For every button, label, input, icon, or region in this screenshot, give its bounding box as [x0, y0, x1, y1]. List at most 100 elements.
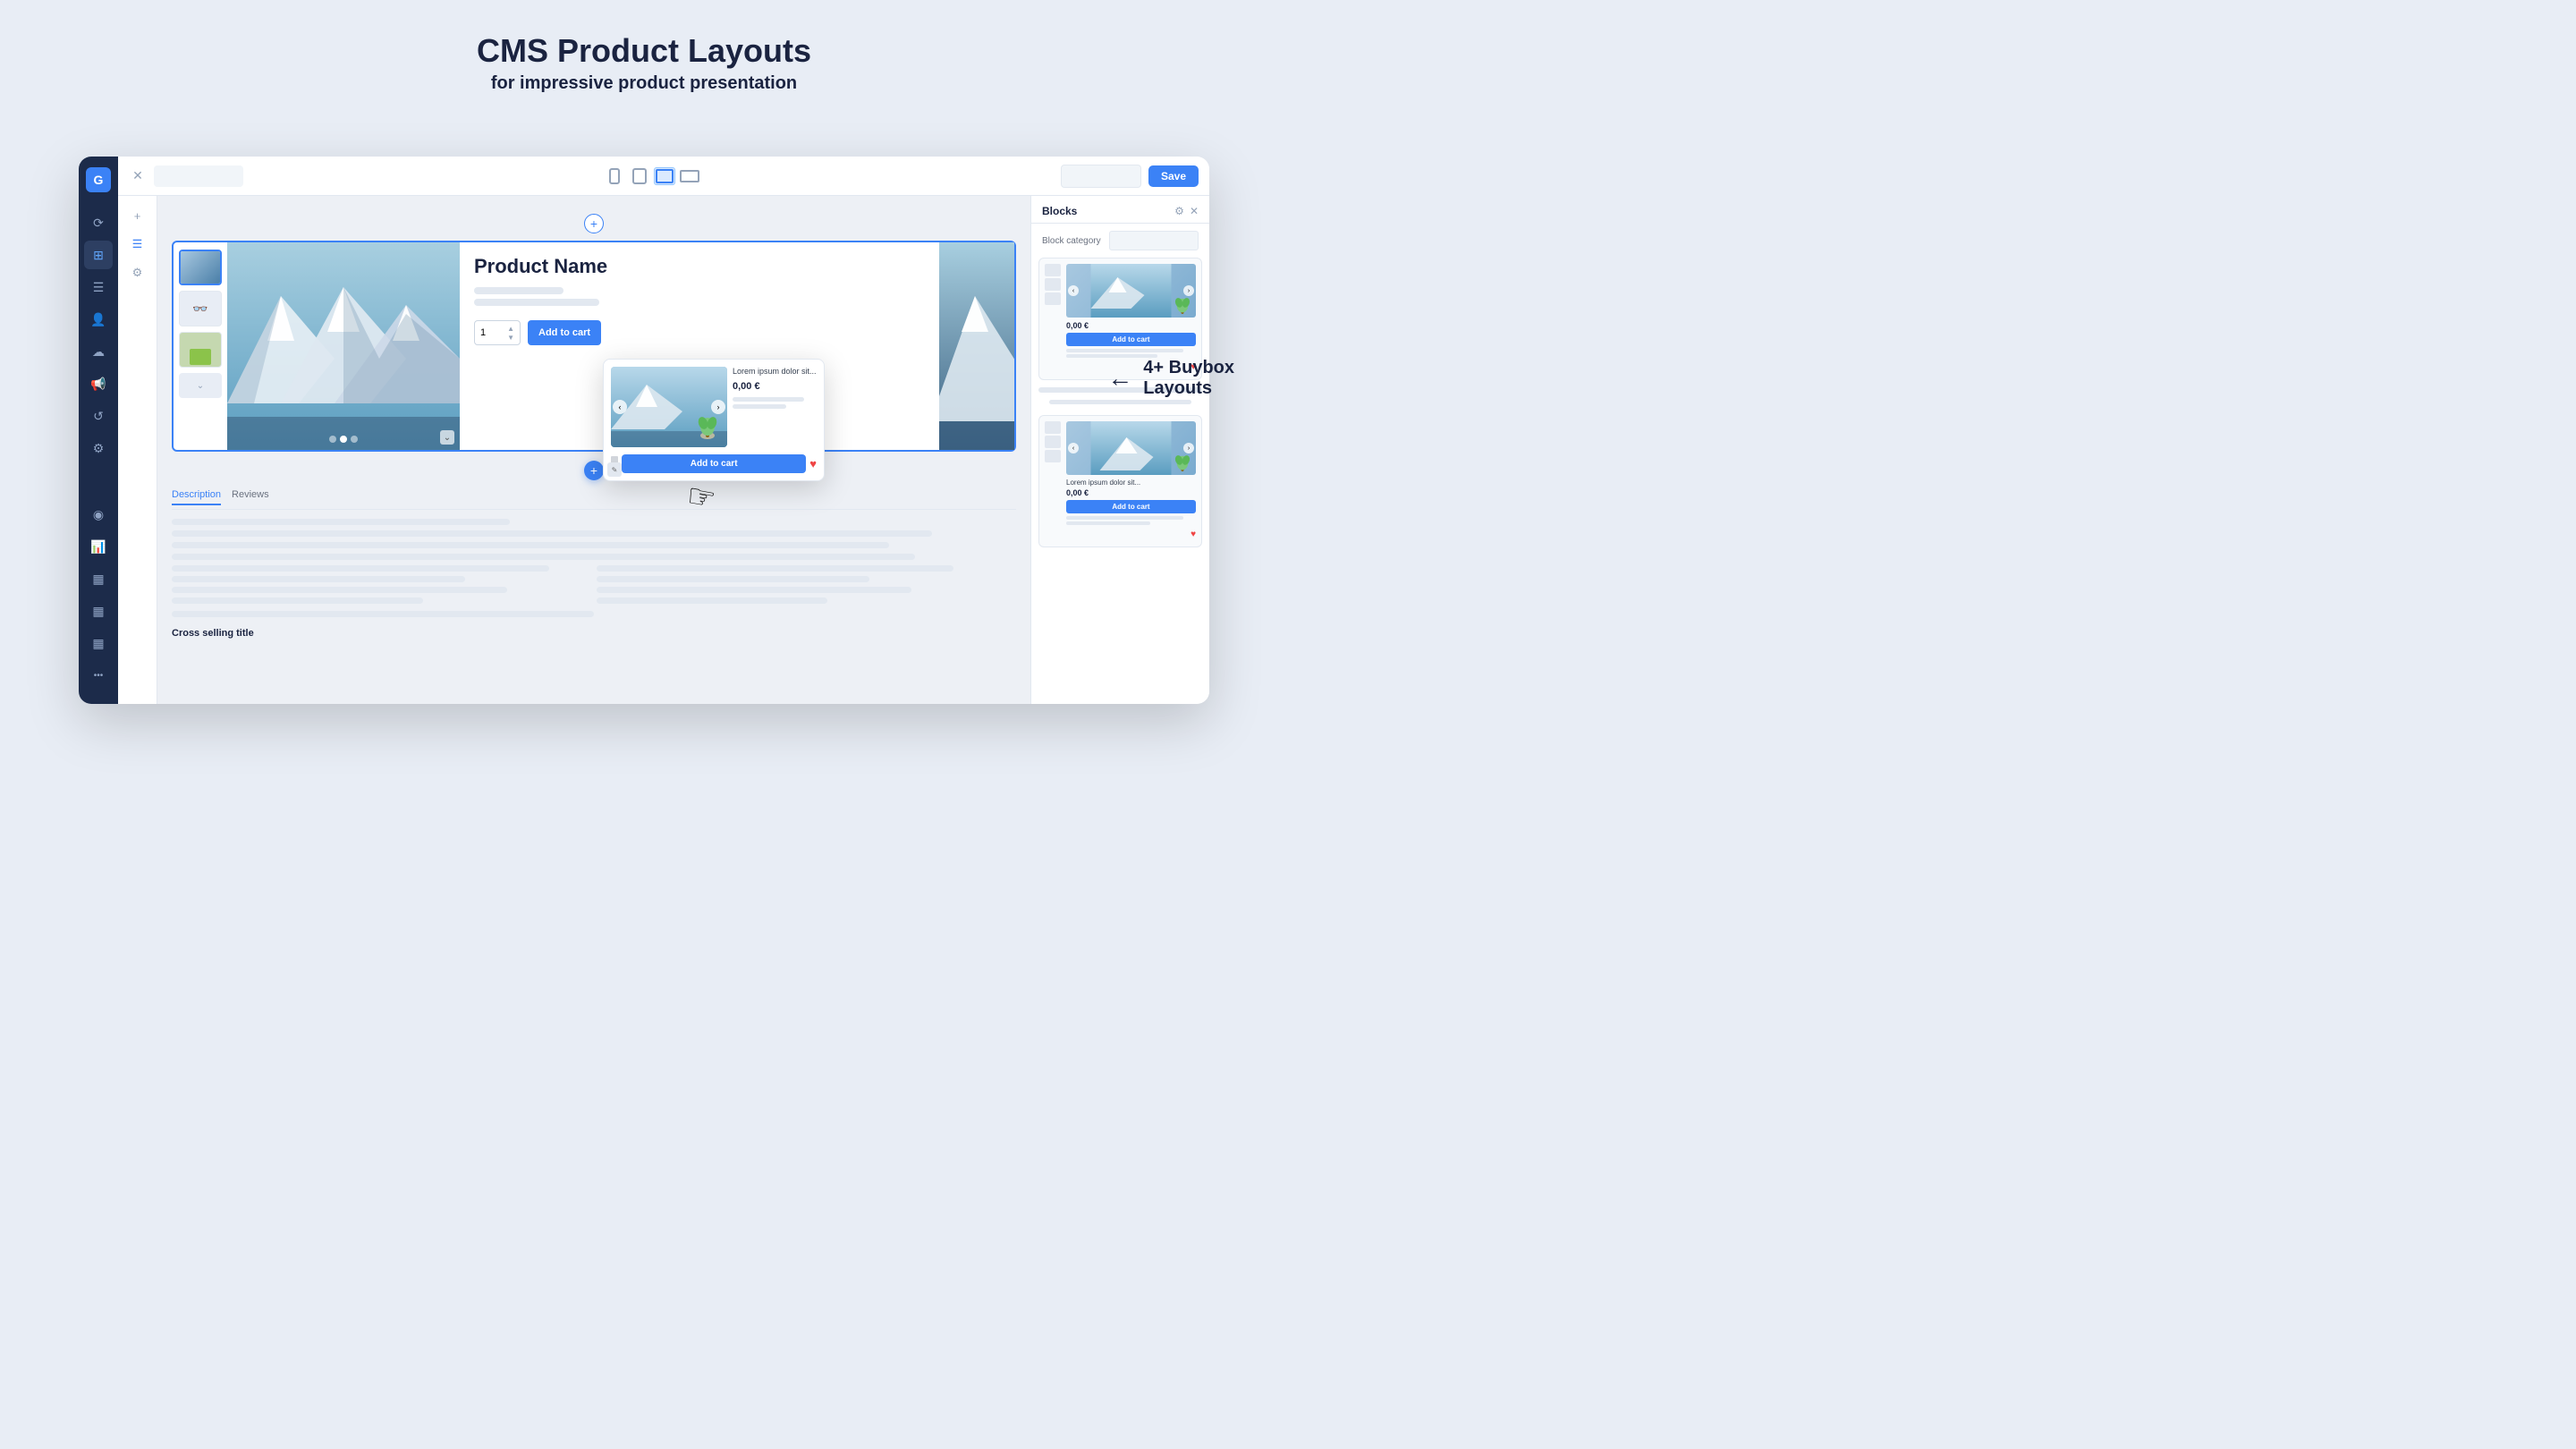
- sidebar-dark: G ⟳ ⊞ ☰ 👤 ☁ 📢 ↺ ⚙ ◉ 📊 ▦ ▦ ▦ •••: [79, 157, 118, 704]
- thumb-nav[interactable]: ⌄: [179, 373, 222, 398]
- save-button[interactable]: Save: [1148, 165, 1199, 187]
- buybox-overlay: ‹ › Lorem ipsum dolor sit... 0,00 €: [603, 359, 825, 481]
- buybox-thumb-area: ‹ ›: [611, 367, 727, 447]
- buybox-product-title: Lorem ipsum dolor sit...: [733, 367, 817, 377]
- bc-add-cart-button-1[interactable]: Add to cart: [1066, 500, 1196, 513]
- sidebar-item-9[interactable]: 📊: [84, 532, 113, 561]
- sidebar-item-8[interactable]: ◉: [84, 500, 113, 529]
- desktop-view-button[interactable]: [654, 167, 675, 185]
- widescreen-view-button[interactable]: [679, 167, 700, 185]
- buybox-label-line2: Layouts: [1143, 378, 1234, 399]
- page-header: CMS Product Layouts for impressive produ…: [0, 0, 1288, 115]
- sidebar-item-5[interactable]: 📢: [84, 369, 113, 398]
- add-section-button[interactable]: +: [584, 461, 604, 480]
- url-bar[interactable]: [154, 165, 243, 187]
- cph-0: [172, 519, 510, 525]
- thumb-0[interactable]: [179, 250, 222, 285]
- block-category-dropdown[interactable]: [1109, 231, 1199, 250]
- sidebar-item-more[interactable]: •••: [84, 661, 113, 690]
- blocks-panel: Blocks ⚙ ✕ Block category: [1030, 196, 1209, 704]
- bc-price-0: 0,00 €: [1066, 321, 1089, 330]
- bc-add-cart-button-0[interactable]: Add to cart: [1066, 333, 1196, 346]
- bc-thumb-1: [1045, 278, 1061, 291]
- bc-desc-lines-0: [1066, 349, 1196, 358]
- blocks-gear-icon[interactable]: ⚙: [1174, 205, 1184, 217]
- bc-desc-ph-0: [1066, 349, 1183, 352]
- sidebar-item-10[interactable]: ▦: [84, 564, 113, 593]
- bc-nav-l-0[interactable]: ‹: [1068, 285, 1079, 296]
- scroll-down-icon[interactable]: ⌄: [440, 430, 454, 445]
- bc-heart-area-1: ♥: [1066, 525, 1196, 541]
- cph-col2-2: [597, 587, 911, 593]
- mobile-view-button[interactable]: [604, 167, 625, 185]
- add-to-cart-button[interactable]: Add to cart: [528, 320, 601, 345]
- right-image-panel: [939, 242, 1014, 450]
- product-name: Product Name: [474, 255, 925, 278]
- bc-price-1: 0,00 €: [1066, 488, 1196, 497]
- buybox-price: 0,00 €: [733, 381, 817, 392]
- cursor-hand: ☞: [684, 477, 719, 519]
- cph-1: [172, 530, 932, 537]
- product-block: 👓 ⌄: [172, 241, 1016, 452]
- cph-col2-0: [597, 565, 953, 572]
- cph-2: [172, 542, 889, 548]
- thumbnails: 👓 ⌄: [174, 242, 227, 450]
- bc-product-image-1: ‹ ›: [1066, 421, 1196, 475]
- sidebar-item-3[interactable]: 👤: [84, 305, 113, 334]
- bc-thumb-1-0: [1045, 421, 1061, 434]
- buybox-next-button[interactable]: ›: [711, 400, 725, 414]
- qty-row: 1 ▲▼ Add to cart: [474, 320, 925, 345]
- add-row-top: +: [172, 214, 1016, 233]
- cph-3: [172, 554, 915, 560]
- canvas-area: + 👓: [157, 196, 1030, 704]
- bc-thumb-1-2: [1045, 450, 1061, 462]
- cph-bottom-0: [172, 611, 594, 617]
- sidebar-item-1[interactable]: ⊞: [84, 241, 113, 269]
- cph-col1-2: [172, 587, 507, 593]
- bc-desc-ph-1-0: [1066, 516, 1183, 520]
- bc-heart-icon-1[interactable]: ♥: [1191, 530, 1196, 539]
- sidebar-item-6[interactable]: ↺: [84, 402, 113, 430]
- panel-icon-1[interactable]: ☰: [125, 232, 150, 257]
- sidebar-item-0[interactable]: ⟳: [84, 208, 113, 237]
- buybox-add-to-cart-button[interactable]: Add to cart: [622, 454, 806, 473]
- placeholder-lines: [474, 287, 925, 306]
- blocks-panel-header: Blocks ⚙ ✕: [1031, 196, 1209, 224]
- bc-thumb-0: [1045, 264, 1061, 276]
- toolbar-dropdown[interactable]: [1061, 165, 1141, 188]
- bc-thumbs-1: [1045, 421, 1063, 541]
- bc-title-1: Lorem ipsum dolor sit...: [1066, 479, 1196, 487]
- thumb-1[interactable]: 👓: [179, 291, 222, 326]
- inner-area: ✕ Save: [118, 157, 1209, 704]
- sidebar-item-7[interactable]: ⚙: [84, 434, 113, 462]
- bc-thumb-1-1: [1045, 436, 1061, 448]
- tab-description[interactable]: Description: [172, 489, 221, 505]
- cph-col2-1: [597, 576, 869, 582]
- buybox-prev-button[interactable]: ‹: [613, 400, 627, 414]
- arrow-left-icon: ←: [1107, 364, 1132, 393]
- content-placeholders: [172, 519, 1016, 560]
- sidebar-item-4[interactable]: ☁: [84, 337, 113, 366]
- blocks-close-button[interactable]: ✕: [1190, 205, 1199, 217]
- workspace: + ☰ ⚙ +: [118, 196, 1209, 704]
- buybox-placeholder-lines: [733, 397, 817, 409]
- bc-nav-l-1[interactable]: ‹: [1068, 443, 1079, 453]
- right-img-bg: [939, 242, 1014, 450]
- sidebar-item-11[interactable]: ▦: [84, 597, 113, 625]
- quantity-input[interactable]: 1 ▲▼: [474, 320, 521, 345]
- sidebar-item-12[interactable]: ▦: [84, 629, 113, 657]
- panel-icon-0[interactable]: +: [125, 203, 150, 228]
- page-subtitle: for impressive product presentation: [0, 73, 1288, 94]
- logo: G: [86, 167, 111, 192]
- tablet-view-button[interactable]: [629, 167, 650, 185]
- thumb-2[interactable]: [179, 332, 222, 368]
- add-row-button-top[interactable]: +: [584, 214, 604, 233]
- tab-reviews[interactable]: Reviews: [232, 489, 269, 505]
- bc-main-1: ‹ › Lorem ipsum dolor sit... 0,00 € Add …: [1066, 421, 1196, 541]
- sidebar-item-2[interactable]: ☰: [84, 273, 113, 301]
- buybox-heart-icon[interactable]: ♥: [809, 457, 817, 470]
- panel-icon-gear[interactable]: ⚙: [125, 260, 150, 285]
- buybox-ph-1: [733, 404, 786, 409]
- buybox-edit-icon[interactable]: ✎: [607, 462, 622, 477]
- close-button[interactable]: ✕: [129, 167, 147, 185]
